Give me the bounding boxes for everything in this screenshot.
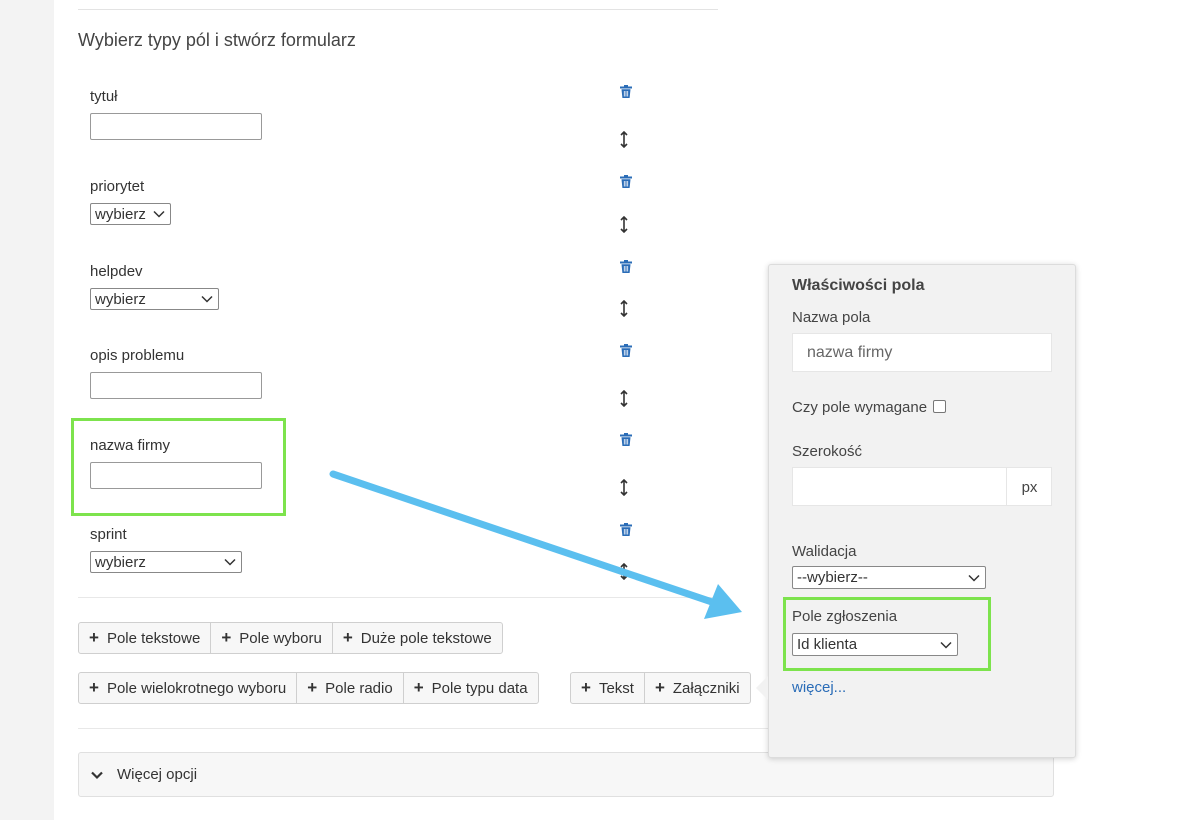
field-label: tytuł: [90, 88, 118, 105]
highlight-box: [71, 418, 286, 516]
trash-icon[interactable]: [620, 344, 632, 357]
required-label: Czy pole wymagane: [792, 399, 947, 416]
plus-icon: +: [89, 678, 99, 697]
add-text-block-button[interactable]: + Tekst: [570, 672, 645, 704]
trash-icon[interactable]: [620, 85, 632, 98]
plus-icon: +: [89, 628, 99, 647]
width-label: Szerokość: [792, 443, 863, 460]
validation-label: Walidacja: [792, 543, 857, 560]
plus-icon: +: [221, 628, 232, 647]
field-label: helpdev: [90, 263, 143, 280]
move-vertical-icon[interactable]: [619, 390, 629, 407]
plus-icon: +: [342, 628, 353, 647]
trash-icon[interactable]: [620, 433, 632, 446]
select-value: wybierz: [95, 290, 146, 308]
plus-icon: +: [654, 678, 665, 697]
form-field-opis-problemu: opis problemu: [90, 347, 290, 399]
add-select-field-button[interactable]: + Pole wyboru: [210, 622, 333, 654]
add-text-field-button[interactable]: + Pole tekstowe: [78, 622, 212, 654]
form-field-tytul: tytuł: [90, 88, 290, 140]
validation-select[interactable]: --wybierz--: [792, 566, 986, 589]
select-dropdown[interactable]: wybierz: [90, 288, 219, 310]
field-type-buttons-row2: + Pole wielokrotnego wyboru + Pole radio +…: [78, 672, 539, 704]
field-properties-popover: Właściwości pola Nazwa pola nazwa firmy …: [768, 264, 1076, 758]
text-input[interactable]: [90, 372, 262, 399]
move-vertical-icon[interactable]: [619, 131, 629, 148]
popover-title: Właściwości pola: [792, 277, 925, 294]
add-attachments-button[interactable]: + Załączniki: [643, 672, 751, 704]
move-vertical-icon[interactable]: [619, 216, 629, 233]
more-options-toggle[interactable]: Więcej opcji: [78, 752, 1054, 797]
field-name-label: Nazwa pola: [792, 309, 871, 326]
chevron-down-icon: [224, 558, 236, 566]
ticket-field-select[interactable]: Id klienta: [792, 633, 958, 656]
trash-icon[interactable]: [620, 523, 632, 536]
plus-icon: +: [307, 678, 318, 697]
divider: [78, 9, 718, 10]
width-unit-addon: px: [1006, 468, 1052, 506]
chevron-down-icon: [201, 295, 213, 303]
move-vertical-icon[interactable]: [619, 300, 629, 317]
field-label: priorytet: [90, 178, 145, 195]
divider: [78, 597, 718, 598]
required-checkbox[interactable]: [933, 400, 947, 413]
select-value: wybierz: [95, 205, 146, 223]
field-label: sprint: [90, 526, 127, 543]
move-vertical-icon[interactable]: [619, 563, 629, 580]
trash-icon[interactable]: [620, 260, 632, 273]
form-field-helpdev: helpdev wybierz: [90, 263, 290, 310]
chevron-down-icon: [153, 210, 165, 218]
add-date-field-button[interactable]: + Pole typu data: [402, 672, 539, 704]
field-type-buttons-row3: + Tekst + Załączniki: [570, 672, 751, 704]
select-value: wybierz: [95, 553, 146, 571]
chevron-down-icon: [968, 574, 980, 582]
form-field-sprint: sprint wybierz: [90, 526, 290, 573]
plus-icon: +: [581, 678, 591, 697]
more-link[interactable]: więcej...: [792, 679, 846, 696]
trash-icon[interactable]: [620, 175, 632, 188]
add-multiselect-field-button[interactable]: + Pole wielokrotnego wyboru: [78, 672, 298, 704]
ticket-field-label: Pole zgłoszenia: [792, 608, 898, 625]
move-vertical-icon[interactable]: [619, 479, 629, 496]
field-label: opis problemu: [90, 347, 185, 364]
field-type-buttons-row1: + Pole tekstowe + Pole wyboru + Duże pole t…: [78, 622, 503, 654]
section-title: Wybierz typy pól i stwórz formularz: [78, 30, 356, 50]
chevron-down-icon: [940, 641, 952, 649]
plus-icon: +: [413, 678, 424, 697]
field-name-input[interactable]: nazwa firmy: [792, 333, 1052, 372]
add-radio-field-button[interactable]: + Pole radio: [296, 672, 404, 704]
add-textarea-field-button[interactable]: + Duże pole tekstowe: [331, 622, 503, 654]
more-options-label: Więcej opcji: [117, 766, 198, 783]
chevron-down-icon: [91, 771, 103, 779]
divider: [78, 728, 768, 729]
text-input[interactable]: [90, 113, 262, 140]
select-dropdown[interactable]: wybierz: [90, 551, 242, 573]
select-dropdown[interactable]: wybierz: [90, 203, 171, 225]
form-field-priorytet: priorytet wybierz: [90, 178, 290, 225]
popover-pointer: [756, 676, 768, 700]
